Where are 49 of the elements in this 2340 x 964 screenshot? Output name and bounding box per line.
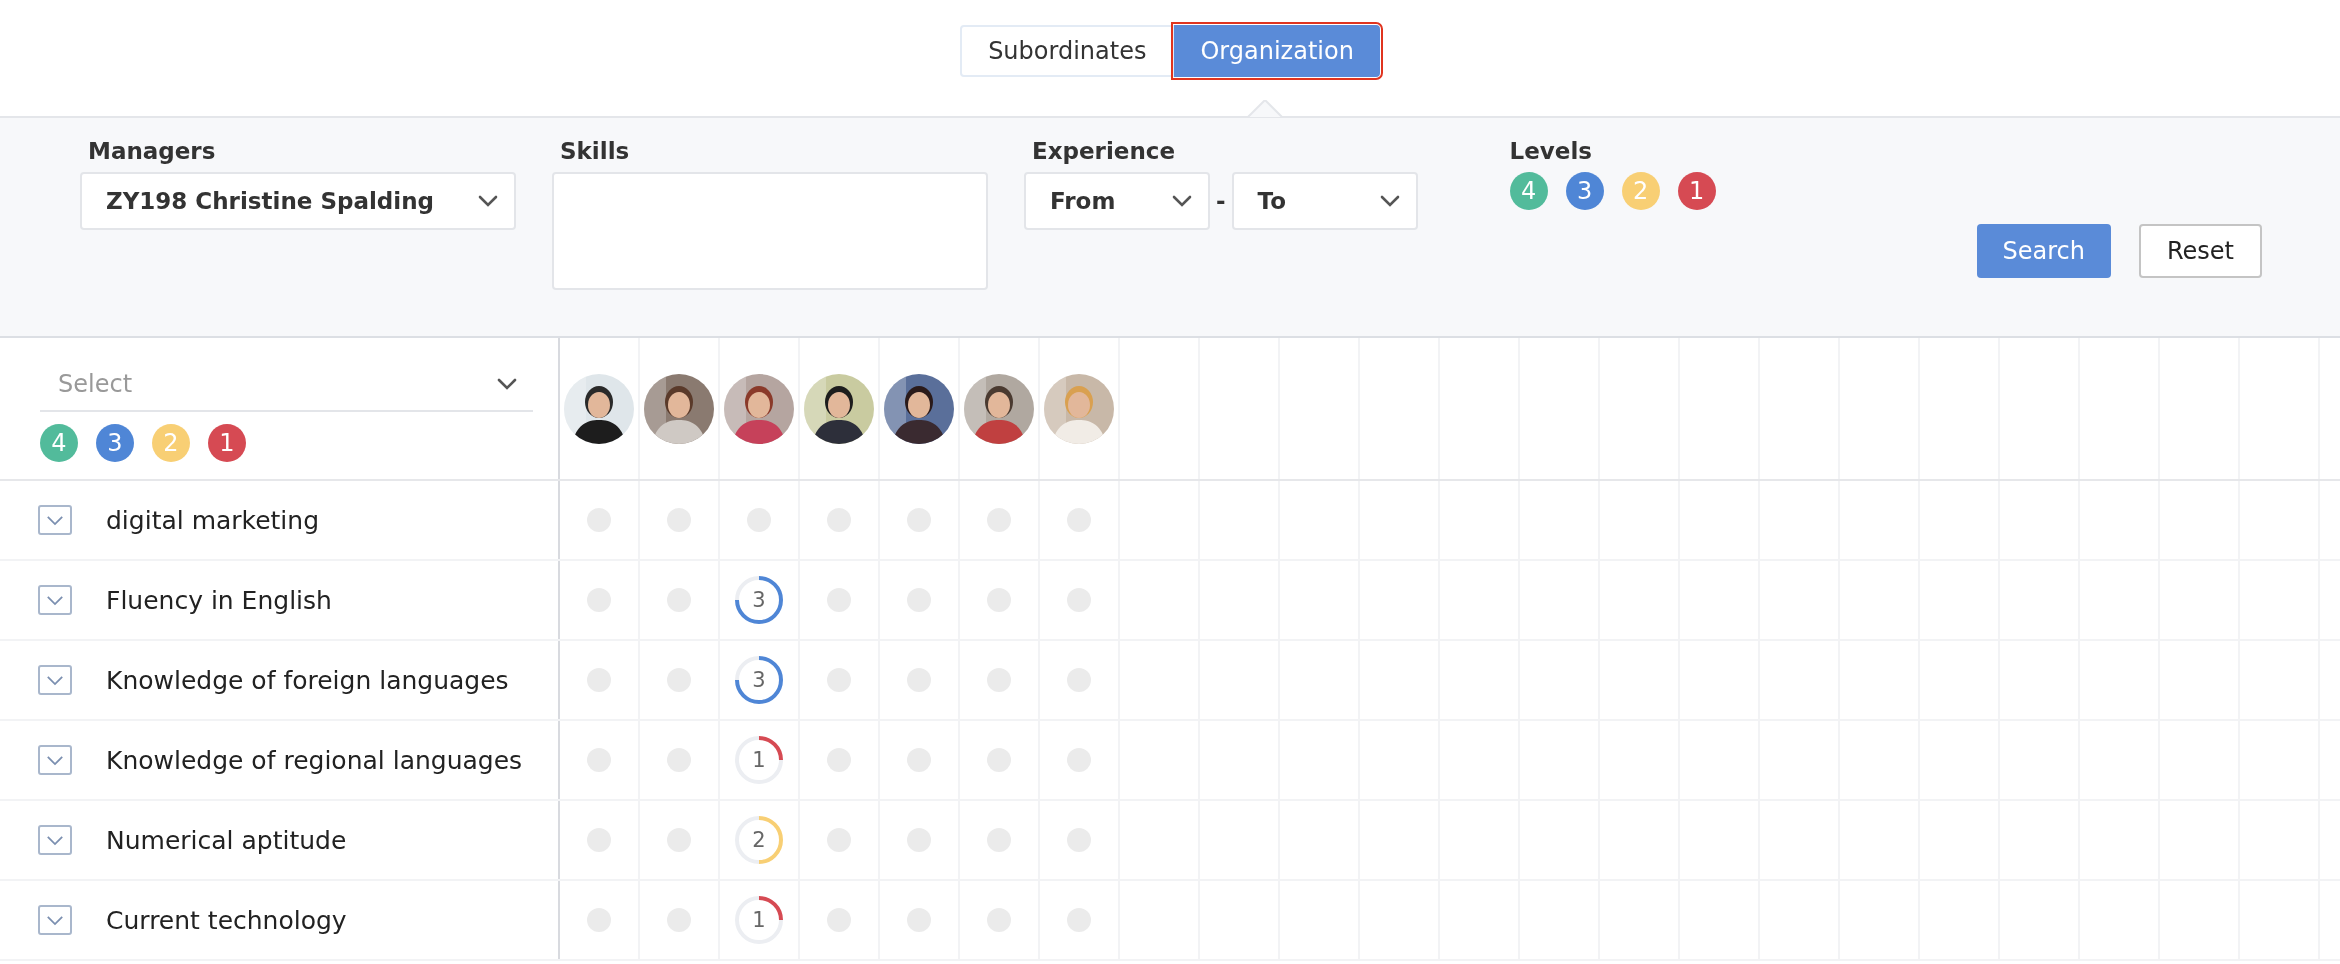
- expand-button[interactable]: [38, 665, 72, 695]
- expand-button[interactable]: [38, 825, 72, 855]
- level-badge[interactable]: 1: [208, 424, 246, 462]
- chevron-down-icon: [478, 195, 498, 207]
- from-dropdown[interactable]: From: [1024, 172, 1210, 230]
- chevron-down-icon: [46, 754, 64, 766]
- field-label: Managers: [88, 138, 217, 164]
- skill-name: Numerical aptitude: [106, 825, 347, 855]
- expand-button[interactable]: [38, 745, 72, 775]
- ring-track: [735, 896, 783, 944]
- chevron-down-icon: [46, 674, 64, 686]
- field-label: Experience: [1032, 138, 1177, 164]
- reset-button[interactable]: Reset: [2138, 224, 2262, 278]
- chevron-down-icon: [46, 914, 64, 926]
- field-label: Levels: [1509, 138, 1593, 164]
- range-separator: -: [1216, 188, 1226, 214]
- rating-value: 1: [752, 908, 766, 932]
- search-button[interactable]: Search: [1976, 224, 2111, 278]
- chevron-down-icon: [1379, 195, 1400, 207]
- expand-button[interactable]: [38, 585, 72, 615]
- chevron-down-icon: [497, 378, 517, 390]
- to-dropdown[interactable]: To: [1231, 172, 1418, 230]
- expand-button[interactable]: [38, 905, 72, 935]
- tab[interactable]: Organization: [1174, 25, 1380, 77]
- skills-field[interactable]: [552, 172, 988, 290]
- tab[interactable]: Subordinates: [960, 25, 1175, 77]
- skill-name: Fluency in English: [106, 585, 332, 615]
- chevron-down-icon: [46, 834, 64, 846]
- chevron-down-icon: [46, 594, 64, 606]
- level-badge[interactable]: 4: [1509, 172, 1548, 210]
- level-badge[interactable]: 3: [96, 424, 134, 462]
- skill-name: Knowledge of regional languages: [106, 745, 523, 775]
- chevron-down-icon: [46, 514, 64, 526]
- rating-value: 1: [752, 748, 766, 772]
- rating-value: 3: [752, 588, 766, 612]
- select-dropdown[interactable]: Select: [40, 358, 533, 412]
- field-label: Skills: [560, 138, 631, 164]
- chevron-down-icon: [1172, 195, 1192, 207]
- managers-dropdown[interactable]: ZY198 Christine Spalding: [80, 172, 516, 230]
- skill-name: Current technology: [106, 905, 347, 935]
- level-badge[interactable]: 1: [1677, 172, 1716, 210]
- ring-track: [735, 736, 783, 784]
- level-badge[interactable]: 3: [1565, 172, 1604, 210]
- expand-button[interactable]: [38, 505, 72, 535]
- level-badge[interactable]: 4: [40, 424, 78, 462]
- skill-name: digital marketing: [106, 505, 320, 535]
- skill-name: Knowledge of foreign languages: [106, 665, 509, 695]
- rating-value: 2: [752, 828, 766, 852]
- rating-value: 3: [752, 668, 766, 692]
